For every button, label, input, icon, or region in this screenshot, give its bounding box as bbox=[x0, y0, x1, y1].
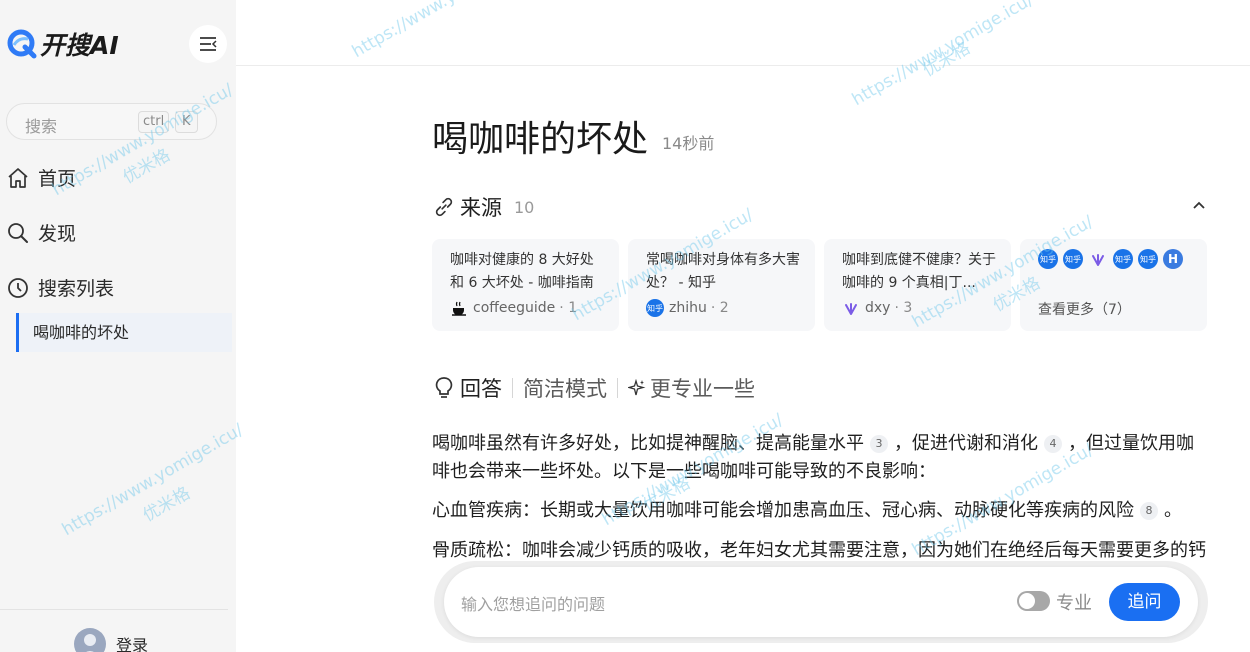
link-icon bbox=[432, 195, 456, 219]
source-name: zhihu bbox=[669, 300, 707, 316]
top-bar bbox=[236, 0, 1250, 66]
followup-submit-button[interactable]: 追问 bbox=[1109, 583, 1180, 621]
login-button[interactable]: 登录 bbox=[74, 628, 148, 652]
source-card[interactable]: 常喝咖啡对身体有多大害处？ - 知乎 知乎 zhihu · 2 bbox=[628, 239, 815, 331]
nav-item-search-list[interactable]: 搜索列表 bbox=[6, 274, 114, 301]
nav-item-home[interactable]: 首页 bbox=[6, 164, 76, 191]
zhihu-icon: 知乎 bbox=[1138, 249, 1158, 269]
source-name: coffeeguide bbox=[473, 300, 556, 316]
separator bbox=[512, 378, 513, 398]
toggle-knob bbox=[1019, 593, 1035, 609]
zhihu-icon: 知乎 bbox=[646, 299, 664, 317]
pro-mode-label: 更专业一些 bbox=[650, 377, 755, 401]
answer-title: 回答 bbox=[460, 377, 502, 401]
login-label: 登录 bbox=[116, 636, 149, 652]
source-card-meta: coffeeguide · 1 bbox=[450, 299, 605, 317]
source-card[interactable]: 咖啡对健康的 8 大好处和 6 大坏处 - 咖啡指南 coffeeguide ·… bbox=[432, 239, 619, 331]
search-icon bbox=[6, 221, 30, 245]
source-card-title: 咖啡到底健不健康？关于咖啡的 9 个真相|丁... bbox=[842, 252, 996, 291]
sidebar: 开搜AI 搜索 ctrl K 首页 发现 搜索列表 喝咖啡的坏处 登录 bbox=[0, 0, 236, 652]
answer-text: 。 bbox=[1164, 500, 1182, 521]
source-index: · 2 bbox=[710, 300, 729, 316]
source-name: dxy bbox=[865, 300, 891, 316]
source-card-title: 常喝咖啡对身体有多大害处？ - 知乎 bbox=[646, 252, 800, 291]
nav-item-discover-label: 发现 bbox=[38, 223, 77, 245]
source-card[interactable]: 咖啡到底健不健康？关于咖啡的 9 个真相|丁... dxy · 3 bbox=[824, 239, 1011, 331]
sources-title: 来源 bbox=[460, 196, 502, 220]
history-icon bbox=[6, 276, 30, 300]
sources-heading: 来源 10 bbox=[432, 192, 534, 222]
pro-mode-button[interactable]: 更专业一些 bbox=[628, 373, 755, 403]
followup-input-bar: 输入您想追问的问题 专业 追问 bbox=[444, 567, 1198, 637]
answer-text: ，促进代谢和消化 bbox=[894, 433, 1038, 454]
app-logo[interactable]: 开搜AI bbox=[6, 26, 119, 62]
source-card-meta: 知乎 zhihu · 2 bbox=[646, 299, 801, 317]
pro-toggle[interactable] bbox=[1017, 591, 1050, 611]
logo-text: 开搜AI bbox=[40, 31, 119, 60]
lightbulb-icon bbox=[432, 376, 456, 400]
shortcut-ctrl-key: ctrl bbox=[138, 111, 170, 133]
sidebar-search-input[interactable]: 搜索 ctrl K bbox=[6, 103, 217, 140]
search-placeholder: 搜索 bbox=[25, 117, 58, 136]
source-index: · 3 bbox=[894, 300, 913, 316]
view-more-sources-link[interactable]: 查看更多（7） bbox=[1038, 299, 1193, 319]
source-card-title: 咖啡对健康的 8 大好处和 6 大坏处 - 咖啡指南 bbox=[450, 252, 594, 291]
answer-text: 喝咖啡虽然有许多好处，比如提神醒脑、提高能量水平 bbox=[432, 433, 864, 454]
menu-fold-icon bbox=[200, 37, 217, 51]
citation-badge[interactable]: 3 bbox=[870, 435, 888, 453]
source-card-meta: dxy · 3 bbox=[842, 299, 997, 317]
zhihu-icon: 知乎 bbox=[1063, 249, 1083, 269]
citation-badge[interactable]: 4 bbox=[1044, 435, 1062, 453]
logo-icon bbox=[6, 28, 38, 60]
avatar-icon bbox=[74, 628, 106, 652]
more-sources-icons: 知乎 知乎 知乎 知乎 H bbox=[1038, 249, 1193, 269]
chevron-up-icon[interactable] bbox=[1190, 196, 1208, 214]
more-sources-card[interactable]: 知乎 知乎 知乎 知乎 H 查看更多（7） bbox=[1020, 239, 1207, 331]
collapse-sidebar-button[interactable] bbox=[189, 25, 227, 63]
followup-input[interactable]: 输入您想追问的问题 bbox=[461, 591, 605, 615]
dxy-icon bbox=[1088, 249, 1108, 269]
answer-paragraph: 喝咖啡虽然有许多好处，比如提神醒脑、提高能量水平 3 ，促进代谢和消化 4 ，但过量饮用… bbox=[432, 430, 1208, 486]
sources-count: 10 bbox=[514, 197, 535, 217]
shortcut-k-key: K bbox=[175, 111, 198, 133]
nav-item-discover[interactable]: 发现 bbox=[6, 219, 76, 246]
coffee-icon bbox=[450, 299, 468, 317]
h-source-icon: H bbox=[1163, 249, 1183, 269]
zhihu-icon: 知乎 bbox=[1038, 249, 1058, 269]
sidebar-divider bbox=[0, 609, 228, 610]
separator bbox=[617, 378, 618, 398]
zhihu-icon: 知乎 bbox=[1113, 249, 1133, 269]
pro-toggle-label: 专业 bbox=[1056, 593, 1092, 614]
sparkle-icon bbox=[628, 379, 646, 396]
timestamp: 14秒前 bbox=[662, 134, 715, 153]
simple-mode-toggle[interactable]: 简洁模式 bbox=[523, 373, 607, 403]
source-index: · 1 bbox=[559, 300, 578, 316]
answer-heading: 回答 简洁模式 更专业一些 bbox=[432, 373, 755, 403]
nav-item-home-label: 首页 bbox=[38, 168, 77, 190]
dxy-icon bbox=[842, 299, 860, 317]
nav-item-search-list-label: 搜索列表 bbox=[38, 278, 115, 300]
answer-paragraph: 心血管疾病：长期或大量饮用咖啡可能会增加患高血压、冠心病、动脉硬化等疾病的风险 8… bbox=[432, 497, 1208, 525]
home-icon bbox=[6, 166, 30, 190]
history-item-active[interactable]: 喝咖啡的坏处 bbox=[16, 313, 232, 352]
answer-text: 心血管疾病：长期或大量饮用咖啡可能会增加患高血压、冠心病、动脉硬化等疾病的风险 bbox=[432, 500, 1134, 521]
page-title: 喝咖啡的坏处 bbox=[432, 119, 649, 160]
answer-text: 骨质疏松：咖啡会减少钙质的吸收，老年妇女尤其需要注意，因为她们在绝经后每天需要更… bbox=[432, 540, 1206, 561]
citation-badge[interactable]: 8 bbox=[1140, 502, 1158, 520]
